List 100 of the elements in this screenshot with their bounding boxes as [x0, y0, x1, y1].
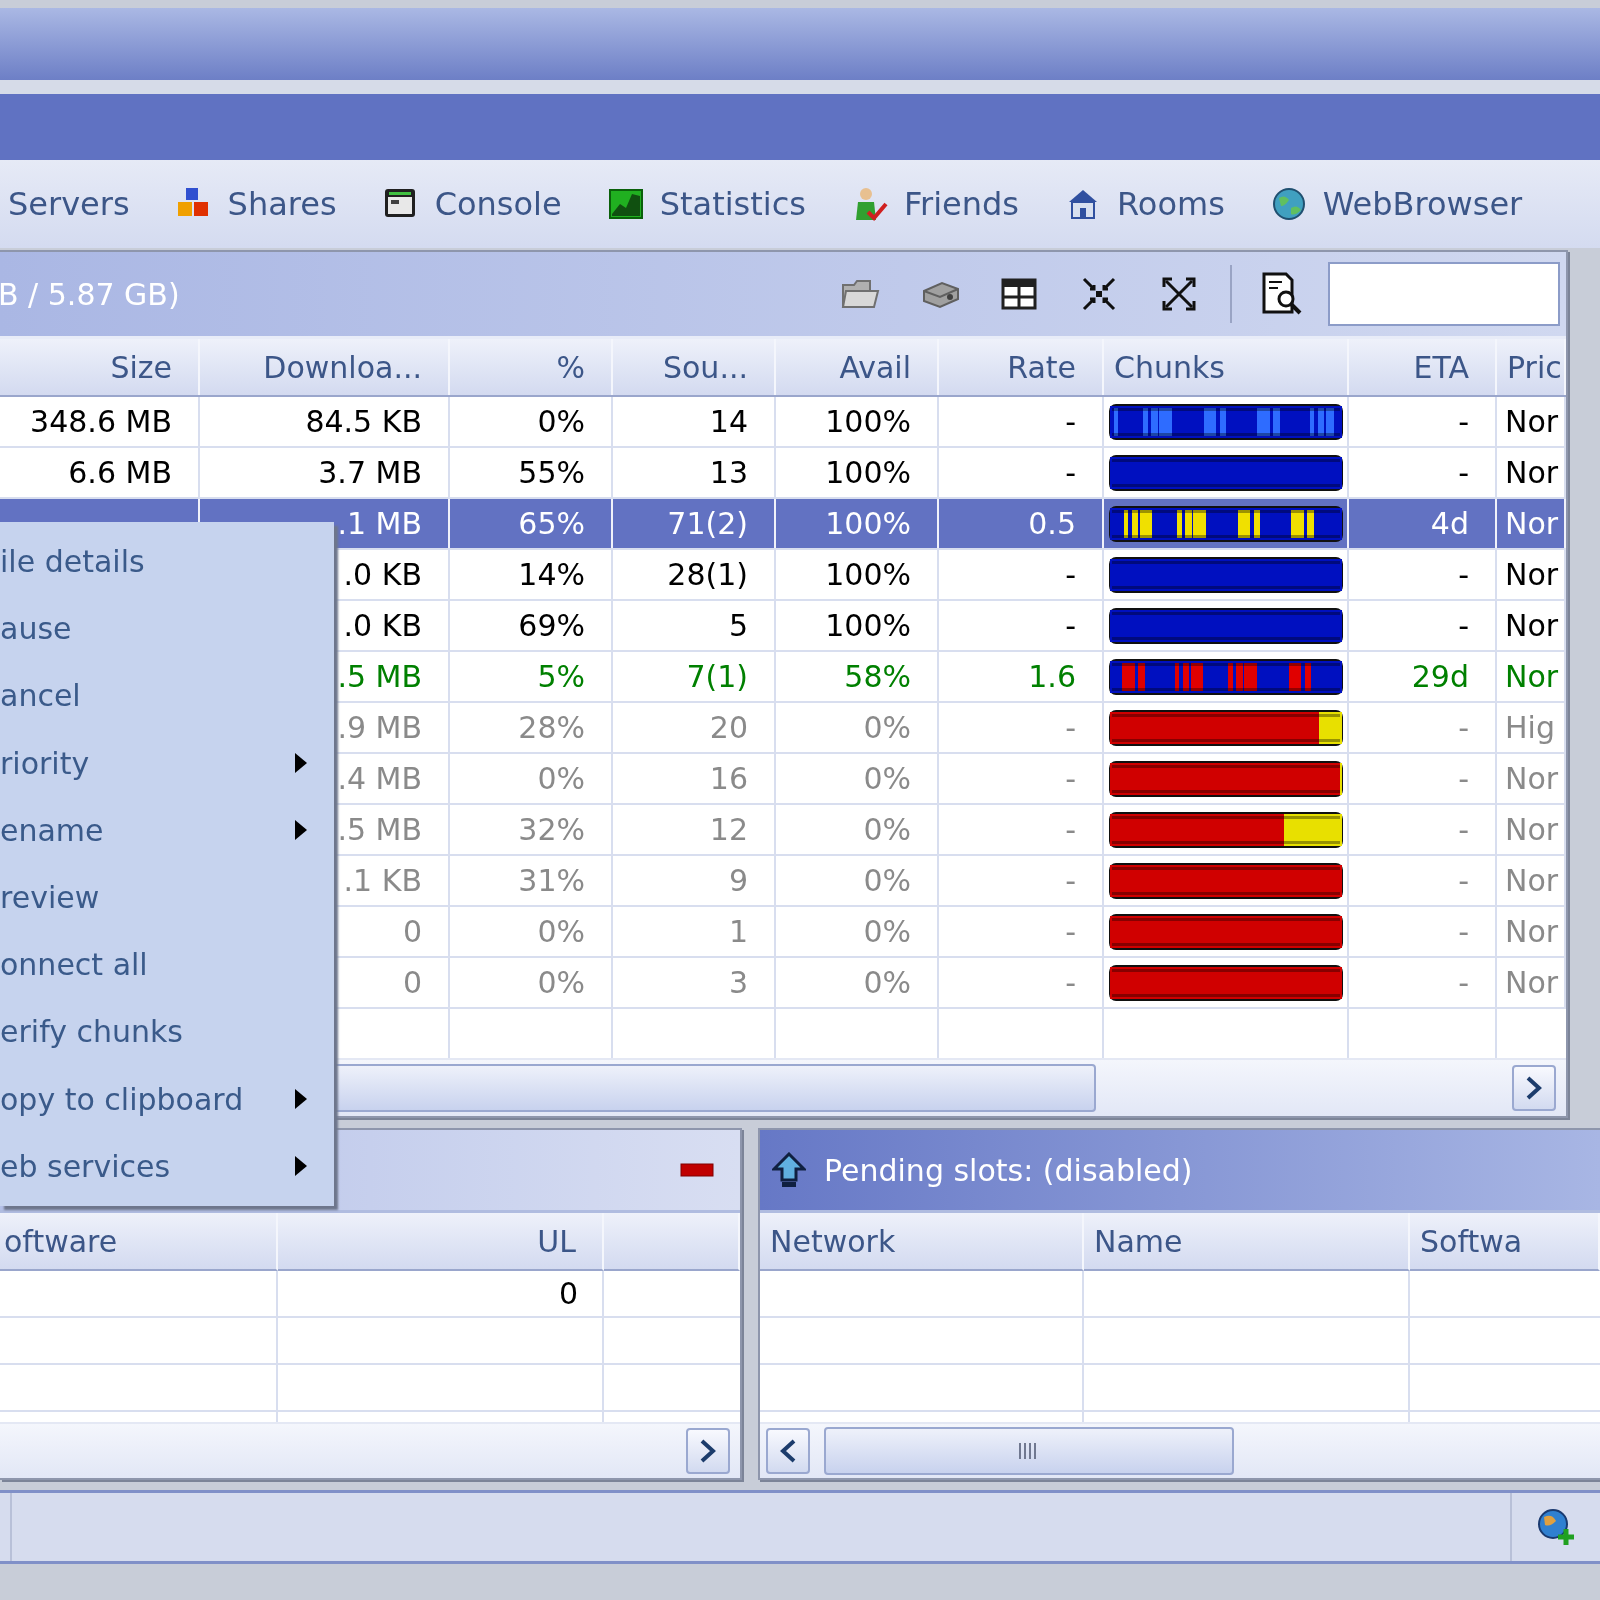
table-cell: 1 [728, 914, 748, 949]
column-header[interactable]: Downloa... [200, 339, 450, 395]
table-cell: - [1065, 404, 1076, 439]
table-cell: - [1458, 914, 1469, 949]
menu-item[interactable]: ancel [0, 665, 334, 726]
table-cell: 0.5 [1028, 506, 1076, 541]
menu-item[interactable]: riority [0, 733, 334, 794]
column-header[interactable]: Rate [939, 339, 1104, 395]
table-cell: .9 MB [337, 710, 422, 745]
column-header[interactable]: UL [278, 1213, 604, 1271]
column-header[interactable]: Avail [776, 339, 939, 395]
scroll-right-button[interactable] [1512, 1065, 1556, 1111]
table-cell: 7(1) [686, 659, 748, 694]
table-cell: Nor [1505, 659, 1559, 694]
table-cell: - [1065, 812, 1076, 847]
menu-item[interactable]: ile details [0, 531, 334, 592]
table-cell: 0 [558, 1276, 578, 1311]
table-cell: .4 MB [337, 761, 422, 796]
scrollbar-thumb[interactable] [824, 1427, 1234, 1475]
table-cell: Nor [1505, 761, 1559, 796]
table-cell: 0 [402, 965, 422, 1000]
tab[interactable]: Statistics [605, 179, 850, 229]
table-cell: Nor [1505, 506, 1559, 541]
menu-item[interactable]: ause [0, 598, 334, 659]
table-cell: 84.5 KB [305, 404, 422, 439]
tab[interactable]: Rooms [1063, 179, 1269, 229]
table-cell: - [1458, 812, 1469, 847]
menu-item[interactable]: erify chunks [0, 1001, 334, 1062]
table-cell: 0% [863, 863, 911, 898]
menu-item[interactable]: eb services [0, 1136, 334, 1197]
table-cell: - [1065, 863, 1076, 898]
table-cell: 1.6 [1028, 659, 1076, 694]
table-cell: 28% [518, 710, 585, 745]
table-cell: 100% [825, 455, 911, 490]
table-cell: 3 [728, 965, 748, 1000]
menu-item[interactable]: opy to clipboard [0, 1069, 334, 1130]
column-header[interactable]: % [450, 339, 613, 395]
globe-icon [1270, 186, 1307, 222]
column-header[interactable]: Name [1084, 1213, 1410, 1271]
table-cell: 100% [825, 608, 911, 643]
upload-arrow-icon [772, 1152, 806, 1188]
table-cell: 100% [825, 557, 911, 592]
menu-item[interactable]: onnect all [0, 934, 334, 995]
search-field[interactable] [1328, 262, 1560, 326]
column-header[interactable]: Size [0, 339, 200, 395]
table-cell: Nor [1505, 863, 1559, 898]
chart-icon [607, 186, 644, 222]
tab[interactable]: Console [380, 179, 606, 229]
column-header[interactable]: Network [760, 1213, 1084, 1271]
table-cell: - [1065, 455, 1076, 490]
scroll-right-button[interactable] [686, 1428, 730, 1474]
table-cell: 348.6 MB [30, 404, 172, 439]
globe-plus-icon[interactable] [1536, 1507, 1576, 1547]
search-icon [1260, 272, 1304, 316]
tab[interactable]: Shares [173, 179, 381, 229]
tab[interactable]: Servers [6, 179, 174, 229]
table-cell: Hig [1505, 710, 1555, 745]
table-cell: 65% [518, 506, 585, 541]
table-cell: 0 [402, 914, 422, 949]
table-cell: .0 KB [343, 608, 422, 643]
table-cell: 31% [518, 863, 585, 898]
table-cell: 3.7 MB [318, 455, 422, 490]
table-cell: 69% [518, 608, 585, 643]
column-header[interactable]: Pric [1497, 339, 1566, 395]
table-cell: .5 MB [337, 812, 422, 847]
table-cell: - [1065, 965, 1076, 1000]
column-header[interactable]: ETA [1349, 339, 1497, 395]
table-cell: 13 [709, 455, 748, 490]
scroll-left-button[interactable] [766, 1428, 810, 1474]
table-cell: .5 MB [337, 659, 422, 694]
table-cell: - [1065, 710, 1076, 745]
tab[interactable]: Friends [849, 179, 1063, 229]
table-cell: - [1458, 965, 1469, 1000]
table-cell: 16 [709, 761, 748, 796]
table-cell: 32% [518, 812, 585, 847]
table-cell: 55% [518, 455, 585, 490]
table-cell: Nor [1505, 812, 1559, 847]
table-cell: 100% [825, 404, 911, 439]
table-cell: - [1458, 761, 1469, 796]
table-cell: - [1065, 557, 1076, 592]
table-cell: 71(2) [667, 506, 748, 541]
table-cell: - [1458, 608, 1469, 643]
table-cell: 58% [844, 659, 911, 694]
table-cell: 28(1) [667, 557, 748, 592]
table-cell: 14% [518, 557, 585, 592]
table-cell: 5 [728, 608, 748, 643]
table-cell: 5% [537, 659, 585, 694]
column-header[interactable]: Chunks [1104, 339, 1349, 395]
table-cell: 0% [537, 965, 585, 1000]
table-cell: 0% [863, 812, 911, 847]
menu-item[interactable]: ename [0, 800, 334, 861]
tab[interactable]: WebBrowser [1268, 179, 1567, 229]
column-header[interactable]: oftware [0, 1213, 278, 1271]
menu-item[interactable]: review [0, 867, 334, 928]
table-cell: 0% [863, 761, 911, 796]
column-header[interactable]: Sou... [613, 339, 776, 395]
table-cell: - [1065, 608, 1076, 643]
table-cell: 20 [709, 710, 748, 745]
table-cell: 0% [863, 914, 911, 949]
column-header[interactable]: Softwa [1410, 1213, 1600, 1271]
